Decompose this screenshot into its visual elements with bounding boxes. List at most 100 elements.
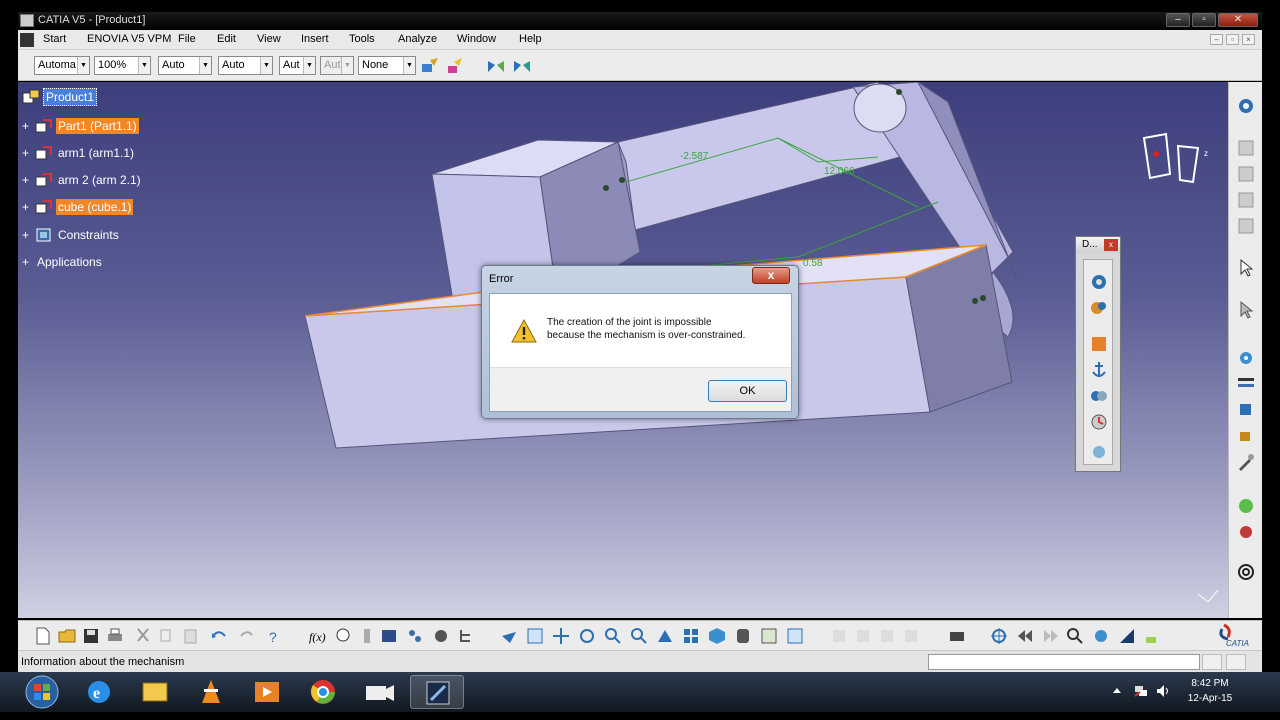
print-icon[interactable] <box>106 627 124 645</box>
swap-visible-space-icon[interactable] <box>486 56 506 76</box>
ok-button[interactable]: OK <box>708 380 787 402</box>
undo-icon[interactable] <box>210 627 228 645</box>
tool-icon[interactable] <box>1236 426 1256 446</box>
tree-node-product1[interactable]: Product1 <box>22 88 98 106</box>
taskbar-media-player[interactable] <box>240 675 294 709</box>
tree-node-part1[interactable]: + Part1 (Part1.1) <box>22 117 139 135</box>
lighting-icon[interactable] <box>1118 627 1136 645</box>
point-type-combo[interactable]: Aut ▼ <box>279 56 316 75</box>
taskbar-ie[interactable]: e <box>72 675 126 709</box>
toolbar-icon[interactable] <box>1236 190 1256 210</box>
tree-node-applications[interactable]: + Applications <box>22 253 104 271</box>
tree-label-applications[interactable]: Applications <box>35 254 104 270</box>
mdi-close-button[interactable]: × <box>1242 34 1255 45</box>
expand-icon[interactable]: + <box>22 229 33 241</box>
cut-icon[interactable] <box>134 627 152 645</box>
tree-node-cube[interactable]: + cube (cube.1) <box>22 198 134 216</box>
layer-combo[interactable]: None ▼ <box>358 56 416 75</box>
hide-show-icon[interactable] <box>760 627 778 645</box>
menu-window[interactable]: Window <box>457 33 496 45</box>
line-thickness-combo[interactable]: Auto ▼ <box>158 56 212 75</box>
shading-icon[interactable] <box>734 627 752 645</box>
expand-icon[interactable]: + <box>22 120 33 132</box>
menu-edit[interactable]: Edit <box>217 33 236 45</box>
start-menu-icon[interactable] <box>20 33 34 47</box>
iso-view-icon[interactable] <box>708 627 726 645</box>
simulation-icon[interactable] <box>1089 412 1109 432</box>
show-hidden-icons-icon[interactable] <box>1112 686 1122 696</box>
mdi-restore-button[interactable]: ▫ <box>1226 34 1239 45</box>
link-icon[interactable] <box>358 627 376 645</box>
tree-node-arm2[interactable]: + arm 2 (arm 2.1) <box>22 171 143 189</box>
rotate-icon[interactable] <box>578 627 596 645</box>
taskbar-explorer[interactable] <box>128 675 182 709</box>
anchor-icon[interactable] <box>1089 360 1109 380</box>
tree-label-cube[interactable]: cube (cube.1) <box>56 199 134 215</box>
select-arrow-icon[interactable] <box>1236 300 1256 320</box>
analyze-mechanism-icon[interactable] <box>1089 442 1109 462</box>
open-folder-icon[interactable] <box>58 627 76 645</box>
status-button[interactable] <box>1226 654 1246 670</box>
toolbar-icon[interactable] <box>1236 216 1256 236</box>
save-icon[interactable] <box>82 627 100 645</box>
knowledge-icon[interactable] <box>432 627 450 645</box>
multi-view-icon[interactable] <box>682 627 700 645</box>
painter-icon[interactable] <box>420 56 440 76</box>
volume-icon[interactable] <box>1156 684 1170 698</box>
windows-start-icon[interactable] <box>24 675 60 709</box>
cube-icon[interactable] <box>1236 400 1256 420</box>
menu-view[interactable]: View <box>257 33 281 45</box>
select-arrow-icon[interactable] <box>1236 258 1256 278</box>
menu-enovia[interactable]: ENOVIA V5 VPM <box>87 33 171 45</box>
new-document-icon[interactable] <box>34 627 52 645</box>
fit-all-icon[interactable] <box>526 627 544 645</box>
settings-icon[interactable] <box>1092 627 1110 645</box>
menu-tools[interactable]: Tools <box>349 33 375 45</box>
transparency-combo[interactable]: 100% ▼ <box>94 56 151 75</box>
fixed-part-icon[interactable] <box>1089 334 1109 354</box>
dialog-close-button[interactable]: x <box>752 267 790 284</box>
menu-insert[interactable]: Insert <box>301 33 329 45</box>
tree-label-arm1[interactable]: arm1 (arm1.1) <box>56 145 136 161</box>
copy-icon[interactable] <box>158 627 176 645</box>
pan-icon[interactable] <box>552 627 570 645</box>
compass-icon[interactable]: z <box>1142 132 1208 184</box>
tree-label-part1[interactable]: Part1 (Part1.1) <box>56 118 139 134</box>
menu-analyze[interactable]: Analyze <box>398 33 437 45</box>
assembly-constraint-icon[interactable] <box>1089 386 1109 406</box>
swap-space-icon[interactable] <box>786 627 804 645</box>
command-input[interactable] <box>928 654 1200 670</box>
tree-label-arm2[interactable]: arm 2 (arm 2.1) <box>56 172 143 188</box>
toolbar-icon[interactable] <box>1236 164 1256 184</box>
minimize-button[interactable]: – <box>1166 13 1190 27</box>
camera-icon[interactable] <box>948 627 966 645</box>
dmu-kinematics-icon[interactable] <box>1236 96 1256 116</box>
mechanism-icon[interactable] <box>1089 298 1109 318</box>
tree-label-product1[interactable]: Product1 <box>43 88 98 106</box>
formula-icon[interactable]: f(x) <box>308 627 326 645</box>
gear-icon[interactable] <box>1236 348 1256 368</box>
toolbar-icon[interactable] <box>1236 138 1256 158</box>
taskbar-catia[interactable] <box>410 675 464 709</box>
tree-node-arm1[interactable]: + arm1 (arm1.1) <box>22 144 136 162</box>
maximize-button[interactable]: ▫ <box>1192 13 1216 27</box>
swirl-icon[interactable] <box>1236 562 1256 582</box>
hide-show-icon[interactable] <box>512 56 532 76</box>
taskbar-video-recorder[interactable] <box>352 675 406 709</box>
paste-icon[interactable] <box>182 627 200 645</box>
network-icon[interactable] <box>1134 684 1148 698</box>
fly-mode-icon[interactable] <box>500 627 518 645</box>
analysis-icon[interactable] <box>1236 522 1256 542</box>
tree-node-constraints[interactable]: + Constraints <box>22 226 121 244</box>
palette-close-button[interactable]: x <box>1104 239 1118 251</box>
redo-icon[interactable] <box>238 627 256 645</box>
menu-help[interactable]: Help <box>519 33 542 45</box>
menu-file[interactable]: File <box>178 33 196 45</box>
catalog-browser-icon[interactable] <box>406 627 424 645</box>
tree-expand-icon[interactable] <box>458 627 476 645</box>
color-combo[interactable]: Automa ▼ <box>34 56 90 75</box>
expand-icon[interactable]: + <box>22 174 33 186</box>
taskbar-clock[interactable]: 8:42 PM 12-Apr-15 <box>1180 676 1240 706</box>
expand-icon[interactable]: + <box>22 201 33 213</box>
forward-icon[interactable] <box>1042 627 1060 645</box>
